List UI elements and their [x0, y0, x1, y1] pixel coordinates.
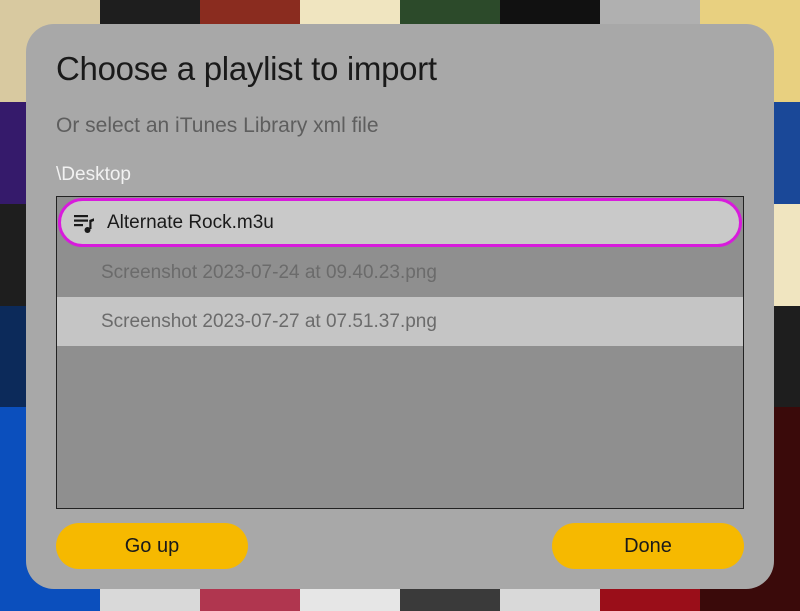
playlist-icon: [71, 210, 97, 236]
import-playlist-dialog: Choose a playlist to import Or select an…: [26, 24, 774, 589]
dialog-title: Choose a playlist to import: [56, 50, 744, 88]
file-row[interactable]: Alternate Rock.m3u: [58, 198, 742, 247]
dialog-button-bar: Go up Done: [56, 523, 744, 569]
file-name: Screenshot 2023-07-27 at 07.51.37.png: [67, 311, 729, 333]
file-name: Alternate Rock.m3u: [105, 212, 725, 234]
file-row[interactable]: Screenshot 2023-07-27 at 07.51.37.png: [57, 297, 743, 346]
file-list: Alternate Rock.m3u Screenshot 2023-07-24…: [56, 196, 744, 509]
go-up-button[interactable]: Go up: [56, 523, 248, 569]
done-button[interactable]: Done: [552, 523, 744, 569]
current-path: \Desktop: [56, 164, 744, 186]
file-row[interactable]: Screenshot 2023-07-24 at 09.40.23.png: [57, 248, 743, 297]
file-name: Screenshot 2023-07-24 at 09.40.23.png: [67, 262, 729, 284]
dialog-subtitle: Or select an iTunes Library xml file: [56, 114, 744, 138]
